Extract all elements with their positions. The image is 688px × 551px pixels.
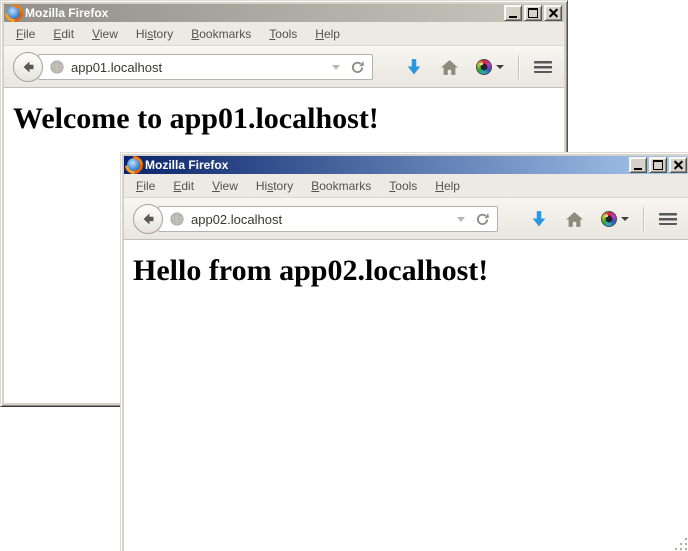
titlebar[interactable]: Mozilla Firefox	[4, 4, 564, 22]
hamburger-menu-icon[interactable]	[659, 213, 677, 225]
lens-extension-button[interactable]	[476, 59, 504, 75]
page-content: Hello from app02.localhost!	[124, 240, 688, 551]
back-arrow-icon	[140, 211, 156, 227]
menu-view[interactable]: View	[83, 24, 127, 44]
toolbar-separator	[518, 55, 519, 79]
download-icon[interactable]	[530, 210, 548, 228]
url-text[interactable]: app01.localhost	[71, 60, 332, 75]
close-icon	[674, 161, 683, 170]
lens-icon	[601, 211, 617, 227]
home-icon[interactable]	[565, 211, 584, 228]
maximize-icon	[528, 8, 538, 18]
toolbar-icon-group	[388, 55, 552, 79]
menu-history[interactable]: History	[127, 24, 182, 44]
globe-icon[interactable]	[50, 60, 64, 74]
globe-icon[interactable]	[170, 212, 184, 226]
menu-bookmarks[interactable]: Bookmarks	[182, 24, 260, 44]
urlbar-dropdown-icon[interactable]	[332, 65, 340, 70]
resize-grip[interactable]	[675, 538, 688, 551]
toolbar-separator	[643, 207, 644, 231]
menu-history[interactable]: History	[247, 176, 302, 196]
titlebar[interactable]: Mozilla Firefox	[124, 156, 688, 174]
menu-help[interactable]: Help	[306, 24, 349, 44]
close-icon	[549, 9, 558, 18]
toolbar-icon-group	[513, 207, 677, 231]
desktop: Mozilla Firefox File Edit View History B…	[0, 0, 688, 551]
back-button[interactable]	[13, 52, 43, 82]
urlbar-dropdown-icon[interactable]	[457, 217, 465, 222]
menu-edit[interactable]: Edit	[44, 24, 83, 44]
firefox-window-app02: Mozilla Firefox File Edit View History B…	[120, 152, 688, 551]
firefox-logo-icon[interactable]	[7, 6, 21, 20]
page-heading: Welcome to app01.localhost!	[13, 102, 556, 136]
minimize-button[interactable]	[504, 5, 522, 21]
reload-icon[interactable]	[350, 60, 365, 75]
reload-icon[interactable]	[475, 212, 490, 227]
menu-bookmarks[interactable]: Bookmarks	[302, 176, 380, 196]
minimize-button[interactable]	[629, 157, 647, 173]
maximize-button[interactable]	[524, 5, 542, 21]
caret-down-icon	[621, 217, 629, 221]
menu-bar: File Edit View History Bookmarks Tools H…	[124, 174, 688, 198]
page-heading: Hello from app02.localhost!	[133, 254, 681, 288]
close-button[interactable]	[669, 157, 687, 173]
menu-tools[interactable]: Tools	[260, 24, 306, 44]
url-bar[interactable]: app02.localhost	[158, 206, 498, 232]
window-title: Mozilla Firefox	[145, 158, 627, 172]
resize-grip-dots	[685, 538, 687, 540]
url-text[interactable]: app02.localhost	[191, 212, 457, 227]
hamburger-menu-icon[interactable]	[534, 61, 552, 73]
window-title: Mozilla Firefox	[25, 6, 502, 20]
close-button[interactable]	[544, 5, 562, 21]
url-bar[interactable]: app01.localhost	[38, 54, 373, 80]
navigation-toolbar: app01.localhost	[4, 46, 564, 88]
minimize-icon	[634, 168, 642, 170]
download-icon[interactable]	[405, 58, 423, 76]
lens-icon	[476, 59, 492, 75]
lens-extension-button[interactable]	[601, 211, 629, 227]
menu-tools[interactable]: Tools	[380, 176, 426, 196]
menu-view[interactable]: View	[203, 176, 247, 196]
back-button[interactable]	[133, 204, 163, 234]
menu-help[interactable]: Help	[426, 176, 469, 196]
maximize-button[interactable]	[649, 157, 667, 173]
menu-edit[interactable]: Edit	[164, 176, 203, 196]
minimize-icon	[509, 16, 517, 18]
back-arrow-icon	[20, 59, 36, 75]
maximize-icon	[653, 160, 663, 170]
menu-bar: File Edit View History Bookmarks Tools H…	[4, 22, 564, 46]
menu-file[interactable]: File	[127, 176, 164, 196]
navigation-toolbar: app02.localhost	[124, 198, 688, 240]
menu-file[interactable]: File	[7, 24, 44, 44]
home-icon[interactable]	[440, 59, 459, 76]
caret-down-icon	[496, 65, 504, 69]
firefox-logo-icon[interactable]	[127, 158, 141, 172]
